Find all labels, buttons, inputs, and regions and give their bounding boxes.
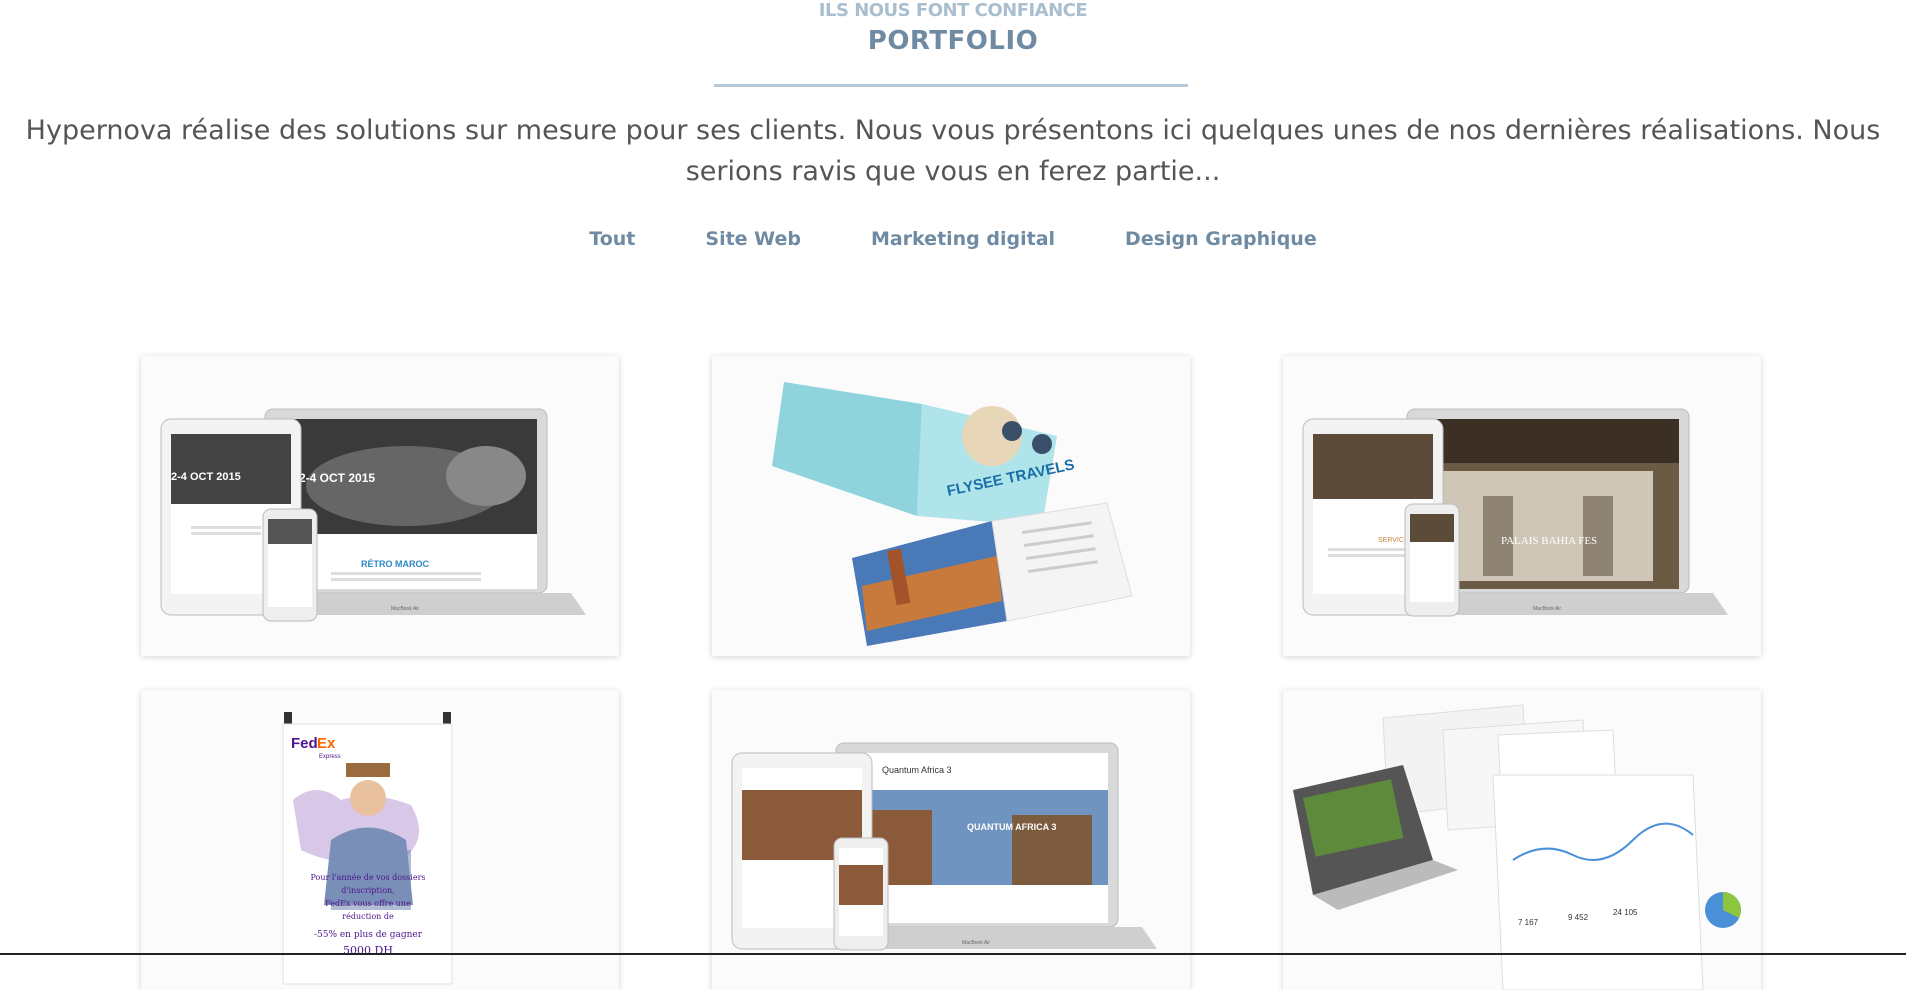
portfolio-item-analytics-dashboard[interactable]: 7 167 9 452 24 105 — [1283, 690, 1761, 990]
quantum-africa-mockup: Quantum Africa 3 QUANTUM AFRICA 3 MacBoo… — [712, 690, 1190, 990]
section-title: PORTFOLIO — [867, 26, 1039, 56]
title-divider — [714, 84, 1188, 87]
fedex-line-6: 5000 DH — [343, 944, 393, 957]
fedex-brand-fed: Fed — [291, 735, 318, 752]
portfolio-item-fedex-poster[interactable]: Fed Ex Express Pour l'année de vos dossi… — [141, 690, 619, 990]
fedex-brand-ex: Ex — [317, 735, 336, 752]
portfolio-item-retro-maroc[interactable]: 2-4 OCT 2015 RÉTRO MAROC MacBook Air 2-4… — [141, 356, 619, 656]
fedex-line-4: réduction de — [342, 912, 394, 921]
svg-text:MacBook Air: MacBook Air — [962, 940, 990, 946]
flysee-brochure-mockup: FLYSEE TRAVELS — [712, 356, 1190, 656]
filter-all[interactable]: Tout — [554, 228, 670, 250]
analytics-stat-1: 7 167 — [1518, 918, 1539, 927]
retro-maroc-mockup: 2-4 OCT 2015 RÉTRO MAROC MacBook Air 2-4… — [141, 356, 619, 656]
palais-bahia-mockup: PALAIS BAHIA FES MacBook Air SERVICES — [1283, 356, 1761, 656]
quantum-brand: Quantum Africa 3 — [882, 765, 952, 775]
section-eyebrow: ILS NOUS FONT CONFIANCE — [818, 0, 1088, 21]
portfolio-item-flysee-travels[interactable]: FLYSEE TRAVELS — [712, 356, 1190, 656]
svg-text:2-4 OCT 2015: 2-4 OCT 2015 — [171, 471, 241, 483]
fedex-poster-mockup: Fed Ex Express Pour l'année de vos dossi… — [141, 690, 619, 990]
analytics-stat-2: 9 452 — [1568, 913, 1589, 922]
filter-graphic-design[interactable]: Design Graphique — [1090, 228, 1352, 250]
fedex-line-1: Pour l'année de vos dossiers — [311, 873, 426, 882]
retro-device-label: MacBook Air — [391, 606, 419, 612]
section-lead: Hypernova réalise des solutions sur mesu… — [25, 115, 1881, 187]
retro-brand: RÉTRO MAROC — [361, 559, 429, 569]
portfolio-item-palais-bahia-fes[interactable]: PALAIS BAHIA FES MacBook Air SERVICES — [1283, 356, 1761, 656]
quantum-screen-title: QUANTUM AFRICA 3 — [967, 822, 1056, 832]
fedex-line-5: -55% en plus de gagner — [314, 930, 423, 940]
analytics-stat-3: 24 105 — [1613, 908, 1638, 917]
fedex-brand-sub: Express — [319, 754, 341, 760]
palais-screen-title: PALAIS BAHIA FES — [1501, 535, 1597, 547]
portfolio-item-quantum-africa[interactable]: Quantum Africa 3 QUANTUM AFRICA 3 MacBoo… — [712, 690, 1190, 990]
fedex-line-2: d'inscription, — [341, 886, 394, 895]
analytics-mockup: 7 167 9 452 24 105 — [1283, 690, 1761, 990]
svg-text:MacBook Air: MacBook Air — [1533, 606, 1561, 612]
filter-digital-marketing[interactable]: Marketing digital — [836, 228, 1090, 250]
filter-website[interactable]: Site Web — [670, 228, 836, 250]
portfolio-filters: Tout Site Web Marketing digital Design G… — [0, 228, 1906, 250]
fedex-line-3: FedEx vous offre une — [325, 899, 411, 908]
retro-screen-title: 2-4 OCT 2015 — [299, 471, 375, 485]
